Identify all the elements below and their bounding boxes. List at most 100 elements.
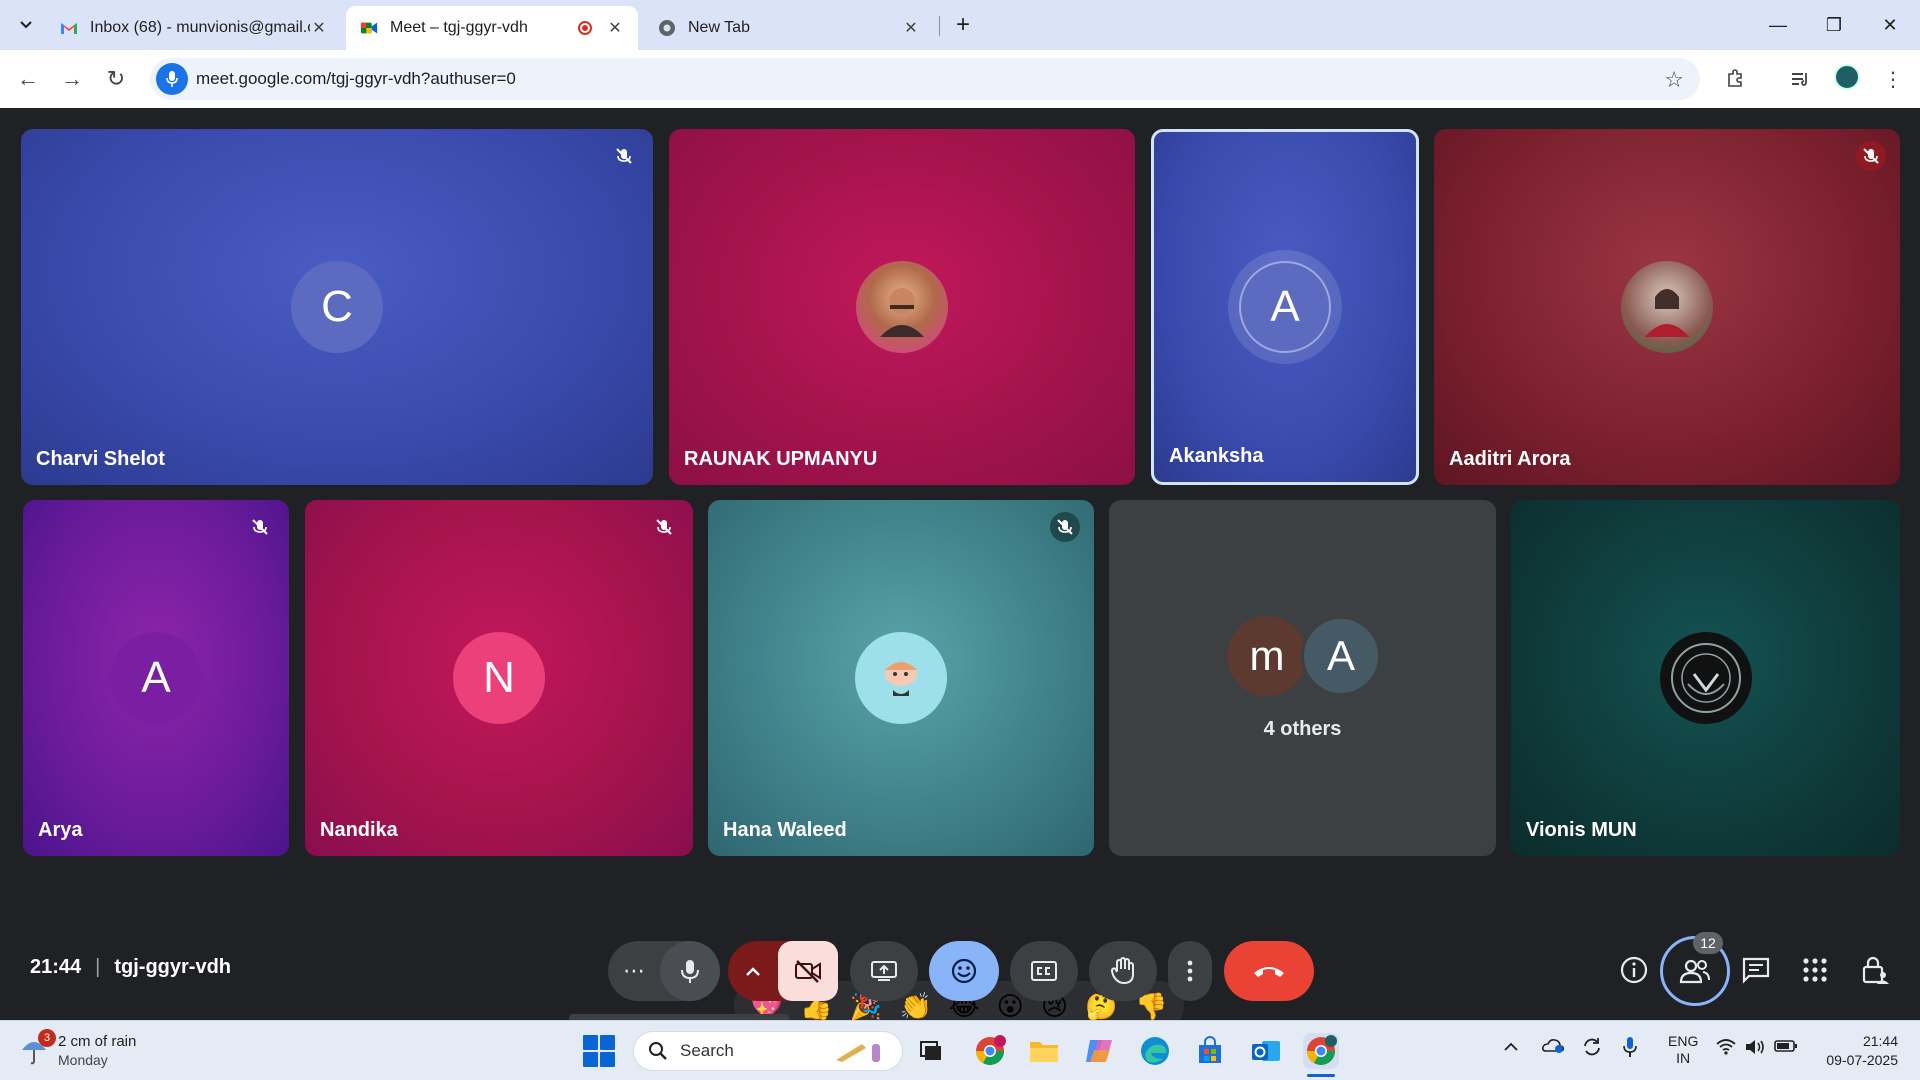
url-text: meet.google.com/tgj-ggyr-vdh?authuser=0 bbox=[196, 69, 516, 88]
people-icon bbox=[1679, 959, 1710, 984]
close-icon[interactable]: ✕ bbox=[606, 18, 624, 38]
battery-icon[interactable] bbox=[1774, 1039, 1798, 1056]
wifi-icon[interactable] bbox=[1715, 1038, 1737, 1059]
reaction-surprised[interactable]: 😮 bbox=[997, 991, 1024, 1022]
close-icon[interactable]: ✕ bbox=[310, 18, 328, 38]
chat-button[interactable] bbox=[1736, 950, 1776, 990]
microsoft-store-icon[interactable] bbox=[1192, 1033, 1228, 1069]
close-icon[interactable]: ✕ bbox=[902, 18, 920, 38]
participant-name: Aaditri Arora bbox=[1449, 448, 1571, 470]
chrome-active-app-icon[interactable] bbox=[1303, 1033, 1339, 1069]
mic-muted-icon bbox=[1856, 141, 1886, 171]
avatar: A bbox=[110, 632, 202, 724]
windows-start-button[interactable] bbox=[583, 1035, 615, 1067]
tab-title: Meet – tgj-ggyr-vdh bbox=[390, 19, 528, 36]
participant-name: Arya bbox=[38, 819, 83, 841]
restore-button[interactable]: ❐ bbox=[1806, 0, 1862, 50]
edge-browser-icon[interactable] bbox=[1137, 1033, 1173, 1069]
tab-meet[interactable]: Meet – tgj-ggyr-vdh ✕ bbox=[346, 6, 638, 50]
forward-button[interactable]: → bbox=[56, 63, 88, 95]
host-controls-button[interactable] bbox=[1855, 950, 1895, 990]
language-code: ENG bbox=[1668, 1033, 1699, 1049]
people-count-badge: 12 bbox=[1693, 932, 1723, 954]
participant-name: Hana Waleed bbox=[723, 819, 847, 841]
participant-tile-speaking[interactable]: A Akanksha bbox=[1151, 129, 1419, 485]
participant-tile[interactable]: C Charvi Shelot bbox=[21, 129, 653, 485]
media-controls-icon[interactable] bbox=[1786, 64, 1816, 94]
audio-options-icon[interactable]: ⋯ bbox=[608, 958, 660, 984]
tab-newtab[interactable]: New Tab ✕ bbox=[644, 6, 934, 50]
taskbar-search[interactable]: Search bbox=[633, 1031, 903, 1071]
participant-tile[interactable]: Aaditri Arora bbox=[1434, 129, 1900, 485]
sync-icon[interactable] bbox=[1581, 1036, 1603, 1061]
activities-button[interactable] bbox=[1795, 950, 1835, 990]
others-tile[interactable]: m A 4 others bbox=[1109, 500, 1496, 856]
leave-call-button[interactable] bbox=[1224, 941, 1314, 1001]
tab-title: New Tab bbox=[688, 19, 750, 36]
task-view-icon[interactable] bbox=[914, 1033, 950, 1069]
tab-search-dropdown[interactable] bbox=[12, 11, 40, 39]
participant-tile[interactable]: N Nandika bbox=[305, 500, 693, 856]
input-language[interactable]: ENG IN bbox=[1668, 1033, 1698, 1067]
minimize-button[interactable]: — bbox=[1750, 0, 1806, 50]
extensions-icon[interactable] bbox=[1720, 64, 1750, 94]
browser-menu-icon[interactable]: ⋮ bbox=[1878, 64, 1908, 94]
tab-separator bbox=[939, 16, 940, 36]
hang-up-icon bbox=[1254, 967, 1284, 977]
person-photo-icon bbox=[880, 288, 924, 337]
others-count-label: 4 others bbox=[1263, 718, 1342, 740]
bookmark-star-icon[interactable]: ☆ bbox=[1664, 67, 1684, 93]
video-options-icon[interactable] bbox=[728, 961, 778, 982]
emoji-icon bbox=[951, 958, 977, 984]
weather-notification-badge: 3 bbox=[38, 1029, 56, 1047]
reload-button[interactable]: ↻ bbox=[100, 63, 132, 95]
raise-hand-button[interactable] bbox=[1089, 941, 1157, 1001]
participant-name: RAUNAK UPMANYU bbox=[684, 448, 878, 470]
microphone-button[interactable] bbox=[660, 941, 720, 1001]
audio-control-group: ⋯ bbox=[608, 941, 720, 1001]
participant-tile[interactable]: RAUNAK UPMANYU bbox=[669, 129, 1135, 485]
person-photo-icon bbox=[1645, 288, 1689, 337]
outlook-icon[interactable] bbox=[1248, 1033, 1284, 1069]
participant-name: Vionis MUN bbox=[1526, 819, 1637, 841]
captions-button[interactable] bbox=[1010, 941, 1078, 1001]
onedrive-icon[interactable] bbox=[1541, 1036, 1565, 1057]
close-window-button[interactable]: ✕ bbox=[1862, 0, 1918, 50]
avatar bbox=[855, 632, 947, 724]
participant-tile[interactable]: Hana Waleed bbox=[708, 500, 1094, 856]
system-clock[interactable]: 21:44 09-07-2025 bbox=[1826, 1032, 1898, 1070]
tab-gmail[interactable]: Inbox (68) - munvionis@gmail.c ✕ bbox=[46, 6, 342, 50]
avatar: N bbox=[453, 632, 545, 724]
recording-icon bbox=[578, 21, 592, 35]
mic-muted-icon bbox=[609, 141, 639, 171]
show-hidden-icons[interactable] bbox=[1503, 1039, 1519, 1055]
mic-muted-icon bbox=[1050, 512, 1080, 542]
mic-muted-icon bbox=[245, 512, 275, 542]
camera-off-button[interactable] bbox=[778, 941, 838, 1001]
meeting-code: tgj-ggyr-vdh bbox=[114, 956, 232, 978]
volume-icon[interactable] bbox=[1744, 1038, 1766, 1059]
meeting-info: 21:44 | tgj-ggyr-vdh bbox=[30, 956, 232, 978]
reactions-button[interactable] bbox=[929, 941, 999, 1001]
new-tab-button[interactable]: + bbox=[948, 10, 978, 40]
weather-text: 2 cm of rain Monday bbox=[58, 1032, 136, 1070]
avatar: A bbox=[1301, 616, 1381, 696]
file-explorer-icon[interactable] bbox=[1026, 1033, 1062, 1069]
gmail-icon bbox=[60, 19, 78, 37]
chrome-profile-app-icon[interactable] bbox=[972, 1033, 1008, 1069]
back-button[interactable]: ← bbox=[12, 63, 44, 95]
more-options-button[interactable] bbox=[1168, 941, 1212, 1001]
tray-microphone-icon[interactable] bbox=[1622, 1036, 1638, 1061]
meeting-details-button[interactable] bbox=[1614, 950, 1654, 990]
chevron-down-icon bbox=[20, 21, 32, 29]
profile-avatar[interactable] bbox=[1834, 64, 1860, 90]
present-button[interactable] bbox=[850, 941, 918, 1001]
participant-tile[interactable]: A Arya bbox=[23, 500, 289, 856]
copilot-icon[interactable] bbox=[1082, 1033, 1118, 1069]
clock-time: 21:44 bbox=[1862, 1033, 1898, 1049]
weather-widget[interactable]: 3 2 cm of rain Monday bbox=[20, 1029, 136, 1073]
mic-in-use-icon[interactable] bbox=[156, 63, 188, 95]
address-bar[interactable]: meet.google.com/tgj-ggyr-vdh?authuser=0 … bbox=[150, 58, 1700, 100]
avatar bbox=[1621, 261, 1713, 353]
participant-tile[interactable]: Vionis MUN bbox=[1511, 500, 1900, 856]
